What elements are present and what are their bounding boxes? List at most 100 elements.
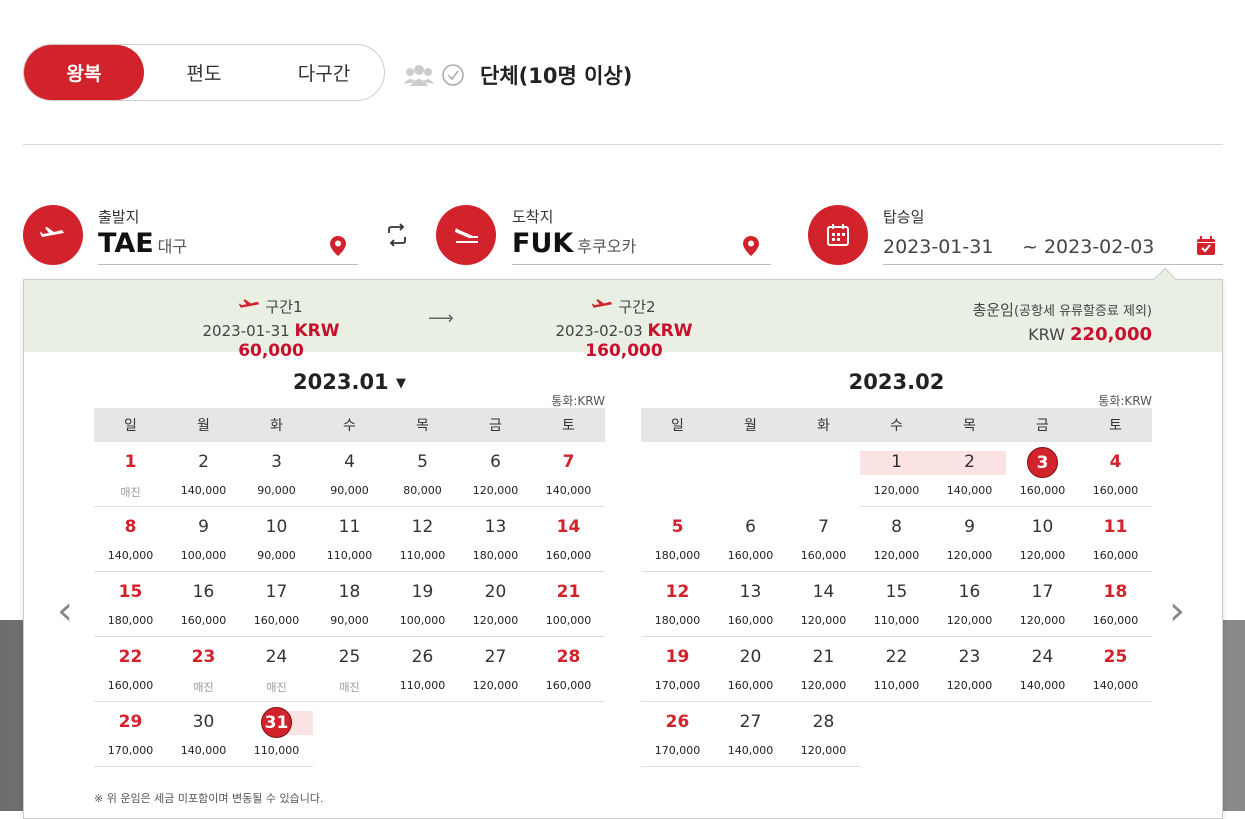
day-price: 매진: [266, 681, 287, 694]
calendar-check-icon[interactable]: [1196, 236, 1216, 256]
calendar-day[interactable]: 28 120,000: [787, 702, 860, 767]
calendar-day[interactable]: 21 100,000: [532, 572, 605, 637]
calendar-day[interactable]: 19 170,000: [641, 637, 714, 702]
calendar-day[interactable]: 23 120,000: [933, 637, 1006, 702]
tab-round-trip[interactable]: 왕복: [24, 45, 144, 100]
calendar-day[interactable]: 24 매진: [240, 637, 313, 702]
calendar-day[interactable]: 17 120,000: [1006, 572, 1079, 637]
destination-field[interactable]: FUK 후쿠오카: [512, 228, 636, 259]
location-pin-icon[interactable]: [743, 236, 759, 256]
calendar-day[interactable]: 29 170,000: [94, 702, 167, 767]
return-date[interactable]: ~ 2023-02-03: [1022, 236, 1154, 258]
empty-day: [459, 702, 532, 767]
calendar-day[interactable]: 6 120,000: [459, 442, 532, 507]
calendar-day[interactable]: 1 120,000: [860, 442, 933, 507]
day-number: 15: [885, 582, 908, 602]
calendar-day[interactable]: 5 80,000: [386, 442, 459, 507]
calendar-day[interactable]: 11 110,000: [313, 507, 386, 572]
day-number: 28: [556, 647, 581, 667]
day-price: 110,000: [253, 744, 300, 757]
day-price: 170,000: [107, 744, 154, 757]
next-month-arrow[interactable]: ›: [1169, 588, 1185, 634]
calendar-day[interactable]: 3 90,000: [240, 442, 313, 507]
group-people-icon: [404, 65, 434, 86]
calendar-day[interactable]: 15 180,000: [94, 572, 167, 637]
calendar-day[interactable]: 12 180,000: [641, 572, 714, 637]
calendar-day[interactable]: 31 110,000: [240, 702, 313, 767]
calendar-day[interactable]: 8 120,000: [860, 507, 933, 572]
calendar-day[interactable]: 11 160,000: [1079, 507, 1152, 572]
day-number: 17: [1031, 582, 1054, 602]
calendar-week: 1 120,000 2 140,000 3 160,000 4 160,000: [641, 442, 1152, 507]
prev-month-arrow[interactable]: ‹: [57, 588, 73, 634]
empty-day: [714, 442, 787, 507]
calendar-day[interactable]: 20 160,000: [714, 637, 787, 702]
calendar-day[interactable]: 2 140,000: [167, 442, 240, 507]
calendar-day[interactable]: 28 160,000: [532, 637, 605, 702]
calendar-day[interactable]: 26 110,000: [386, 637, 459, 702]
check-circle-icon[interactable]: [442, 64, 464, 86]
group-booking-option[interactable]: 단체(10명 이상): [404, 60, 632, 90]
calendar-day[interactable]: 2 140,000: [933, 442, 1006, 507]
calendar-day[interactable]: 9 100,000: [167, 507, 240, 572]
calendar-circle-icon: [808, 205, 868, 265]
calendar-day[interactable]: 22 160,000: [94, 637, 167, 702]
calendar-day[interactable]: 26 170,000: [641, 702, 714, 767]
calendar-day[interactable]: 7 140,000: [532, 442, 605, 507]
calendar-day[interactable]: 5 180,000: [641, 507, 714, 572]
calendar-day[interactable]: 6 160,000: [714, 507, 787, 572]
day-price: 120,000: [472, 614, 519, 627]
calendar-day[interactable]: 18 90,000: [313, 572, 386, 637]
day-price: 160,000: [1092, 549, 1139, 562]
calendar-day[interactable]: 4 160,000: [1079, 442, 1152, 507]
calendar-day[interactable]: 7 160,000: [787, 507, 860, 572]
segment-1-date: 2023-01-31: [202, 322, 290, 340]
calendar-day[interactable]: 21 120,000: [787, 637, 860, 702]
calendar-day[interactable]: 27 140,000: [714, 702, 787, 767]
day-number: 1: [124, 452, 137, 472]
calendar-day[interactable]: 14 160,000: [532, 507, 605, 572]
calendar-day[interactable]: 30 140,000: [167, 702, 240, 767]
calendar-day[interactable]: 14 120,000: [787, 572, 860, 637]
calendar-day[interactable]: 16 120,000: [933, 572, 1006, 637]
calendar-day[interactable]: 18 160,000: [1079, 572, 1152, 637]
calendar-day[interactable]: 16 160,000: [167, 572, 240, 637]
calendar-week: 5 180,000 6 160,000 7 160,000 8 120,000 9 120,000…: [641, 507, 1152, 572]
tab-one-way[interactable]: 편도: [144, 45, 264, 100]
day-price: 180,000: [107, 614, 154, 627]
tab-multi-city[interactable]: 다구간: [264, 45, 384, 100]
calendar-day[interactable]: 25 140,000: [1079, 637, 1152, 702]
calendar-day[interactable]: 25 매진: [313, 637, 386, 702]
calendar-day[interactable]: 13 180,000: [459, 507, 532, 572]
calendar-day[interactable]: 17 160,000: [240, 572, 313, 637]
calendar-day[interactable]: 27 120,000: [459, 637, 532, 702]
calendar-day[interactable]: 19 100,000: [386, 572, 459, 637]
calendar-day[interactable]: 22 110,000: [860, 637, 933, 702]
calendar-day[interactable]: 9 120,000: [933, 507, 1006, 572]
location-pin-icon[interactable]: [330, 236, 346, 256]
calendar-day[interactable]: 20 120,000: [459, 572, 532, 637]
calendar-day[interactable]: 15 110,000: [860, 572, 933, 637]
calendar-day[interactable]: 1 매진: [94, 442, 167, 507]
origin-field[interactable]: TAE 대구: [98, 228, 187, 259]
day-number: 15: [118, 582, 143, 602]
day-price: 120,000: [800, 744, 847, 757]
calendar-day[interactable]: 23 매진: [167, 637, 240, 702]
calendar-day[interactable]: 8 140,000: [94, 507, 167, 572]
calendar-day[interactable]: 10 90,000: [240, 507, 313, 572]
calendar-day[interactable]: 13 160,000: [714, 572, 787, 637]
dropdown-icon[interactable]: ▼: [396, 376, 406, 391]
calendar-day[interactable]: 4 90,000: [313, 442, 386, 507]
day-price: 120,000: [873, 549, 920, 562]
arrow-right-icon: ⟶: [428, 308, 454, 329]
weekday: 월: [197, 418, 210, 434]
depart-date[interactable]: 2023-01-31: [883, 236, 993, 258]
day-number: 20: [739, 647, 762, 667]
swap-icon[interactable]: [385, 223, 409, 247]
calendar-day[interactable]: 10 120,000: [1006, 507, 1079, 572]
calendar-day[interactable]: 12 110,000: [386, 507, 459, 572]
calendar-day[interactable]: 3 160,000: [1006, 442, 1079, 507]
calendar-day[interactable]: 24 140,000: [1006, 637, 1079, 702]
day-number: 24: [265, 647, 288, 667]
month-title[interactable]: 2023.01: [293, 370, 389, 394]
